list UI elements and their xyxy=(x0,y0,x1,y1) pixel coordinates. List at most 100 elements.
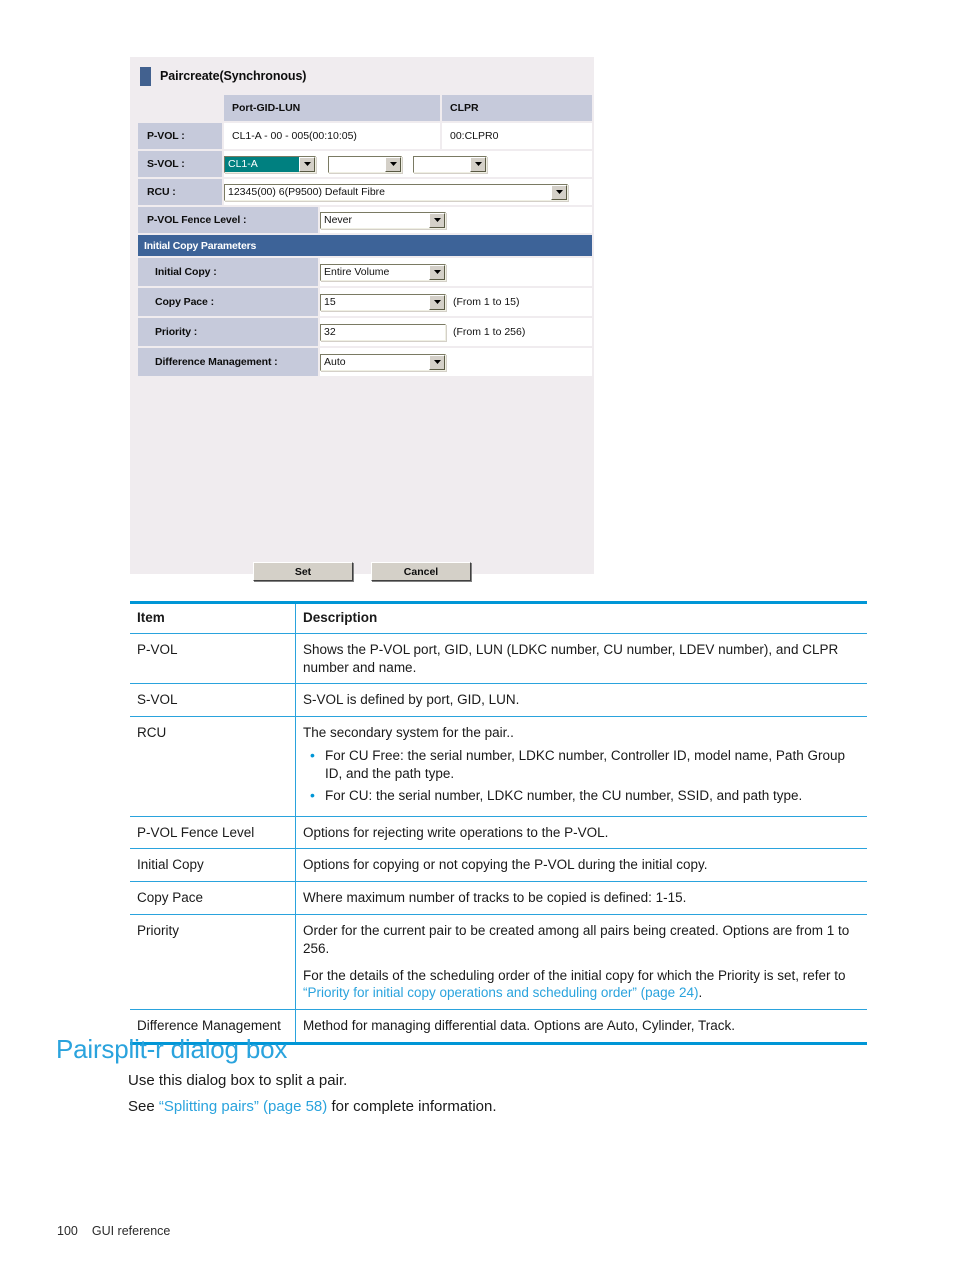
header-port-gid-lun: Port-GID-LUN xyxy=(224,95,440,121)
label-svol: S-VOL : xyxy=(138,151,222,177)
row-item-pvol: P-VOL xyxy=(130,632,296,685)
row-item-initial-copy: Initial Copy xyxy=(130,848,296,883)
dialog-title: Paircreate(Synchronous) xyxy=(160,69,307,83)
row-rcu: RCU : 12345(00) 6(P9500) Default Fibre xyxy=(138,179,592,205)
cancel-button[interactable]: Cancel xyxy=(371,562,471,581)
row-initial-copy-parameters-banner: Initial Copy Parameters xyxy=(138,235,592,256)
copy-pace-control-cell: 15 (From 1 to 15) xyxy=(320,288,592,316)
gui-reference-table: Item Description P-VOL Shows the P-VOL p… xyxy=(130,601,867,1045)
pvol-fence-level-value: Never xyxy=(321,212,429,228)
row-pvol: P-VOL : CL1-A - 00 - 005(00:10:05) 00:CL… xyxy=(138,123,592,149)
rcu-bullet-list: For CU Free: the serial number, LDKC num… xyxy=(303,746,859,805)
initial-copy-value: Entire Volume xyxy=(321,264,429,280)
row-description-svol: S-VOL is defined by port, GID, LUN. xyxy=(295,683,867,718)
row-item-rcu: RCU xyxy=(130,716,296,817)
list-item: For CU: the serial number, LDKC number, … xyxy=(310,786,859,805)
rcu-intro-text: The secondary system for the pair.. xyxy=(303,725,514,741)
row-item-svol: S-VOL xyxy=(130,683,296,718)
table-row: P-VOL Shows the P-VOL port, GID, LUN (LD… xyxy=(130,632,867,685)
row-copy-pace: Copy Pace : 15 (From 1 to 15) xyxy=(138,288,592,316)
priority-xref-pre: For the details of the scheduling order … xyxy=(303,967,846,983)
difference-management-value: Auto xyxy=(321,354,429,370)
copy-pace-range-hint: (From 1 to 15) xyxy=(453,296,520,308)
row-svol: S-VOL : CL1-A xyxy=(138,151,592,177)
chevron-down-icon[interactable] xyxy=(385,156,401,172)
chevron-down-icon[interactable] xyxy=(551,184,567,200)
priority-cross-reference-link[interactable]: “Priority for initial copy operations an… xyxy=(303,985,698,1000)
copy-pace-value: 15 xyxy=(321,294,429,310)
row-pvol-fence-level: P-VOL Fence Level : Never xyxy=(138,207,592,233)
table-row: Priority Order for the current pair to b… xyxy=(130,913,867,1011)
initial-copy-dropdown[interactable]: Entire Volume xyxy=(320,263,446,281)
table-row: P-VOL Fence Level Options for rejecting … xyxy=(130,815,867,850)
svol-port-dropdown[interactable]: CL1-A xyxy=(224,155,316,173)
label-difference-management: Difference Management : xyxy=(138,348,318,376)
dialog-titlebar: Paircreate(Synchronous) xyxy=(130,57,594,95)
section-paragraph-1: Use this dialog box to split a pair. xyxy=(128,1072,348,1089)
page-footer: 100 GUI reference xyxy=(57,1224,170,1238)
label-priority: Priority : xyxy=(138,318,318,346)
dialog-button-row: Set Cancel xyxy=(130,562,594,581)
row-description-pvol: Shows the P-VOL port, GID, LUN (LDKC num… xyxy=(295,632,867,685)
row-description-rcu: The secondary system for the pair.. For … xyxy=(295,716,867,817)
value-pvol-clpr: 00:CLPR0 xyxy=(442,123,592,149)
list-item: For CU Free: the serial number, LDKC num… xyxy=(310,746,859,783)
table-row: Copy Pace Where maximum number of tracks… xyxy=(130,881,867,915)
footer-page-number: 100 xyxy=(57,1224,78,1238)
label-initial-copy: Initial Copy : xyxy=(138,258,318,286)
initial-copy-parameters-banner: Initial Copy Parameters xyxy=(138,235,592,256)
dialog-title-square-icon xyxy=(140,66,151,86)
priority-paragraph-1: Order for the current pair to be created… xyxy=(303,922,850,956)
paircreate-dialog-figure: Paircreate(Synchronous) Port-GID-LUN CLP… xyxy=(130,57,594,581)
chevron-down-icon[interactable] xyxy=(429,264,445,280)
svol-gid-value xyxy=(329,156,385,172)
row-difference-management: Difference Management : Auto xyxy=(138,348,592,376)
page-title: Pairsplit-r dialog box xyxy=(56,1034,288,1064)
rcu-value: 12345(00) 6(P9500) Default Fibre xyxy=(225,184,551,200)
label-rcu: RCU : xyxy=(138,179,222,205)
rcu-control-cell: 12345(00) 6(P9500) Default Fibre xyxy=(224,179,592,205)
paragraph-2-pre: See xyxy=(128,1098,159,1115)
table-header-row: Item Description xyxy=(130,602,867,634)
priority-range-hint: (From 1 to 256) xyxy=(453,326,526,338)
row-description-initial-copy: Options for copying or not copying the P… xyxy=(295,848,867,883)
chevron-down-icon[interactable] xyxy=(429,212,445,228)
column-header-item: Item xyxy=(130,602,296,634)
chevron-down-icon[interactable] xyxy=(470,156,486,172)
chevron-down-icon[interactable] xyxy=(429,294,445,310)
initial-copy-control-cell: Entire Volume xyxy=(320,258,592,286)
row-initial-copy: Initial Copy : Entire Volume xyxy=(138,258,592,286)
column-header-description: Description xyxy=(295,602,867,634)
row-item-priority: Priority xyxy=(130,913,296,1011)
rcu-dropdown[interactable]: 12345(00) 6(P9500) Default Fibre xyxy=(224,183,568,201)
priority-control-cell: 32 (From 1 to 256) xyxy=(320,318,592,346)
label-copy-pace: Copy Pace : xyxy=(138,288,318,316)
row-priority: Priority : 32 (From 1 to 256) xyxy=(138,318,592,346)
priority-input[interactable]: 32 xyxy=(320,323,446,341)
header-blank-cell xyxy=(138,95,222,121)
dialog-form-grid: Port-GID-LUN CLPR P-VOL : CL1-A - 00 - 0… xyxy=(138,95,592,378)
row-description-priority: Order for the current pair to be created… xyxy=(295,913,867,1011)
header-clpr: CLPR xyxy=(442,95,592,121)
row-description-copy-pace: Where maximum number of tracks to be cop… xyxy=(295,881,867,915)
svol-lun-dropdown[interactable] xyxy=(413,155,487,173)
splitting-pairs-link[interactable]: “Splitting pairs” (page 58) xyxy=(159,1098,327,1115)
row-item-pvol-fence-level: P-VOL Fence Level xyxy=(130,815,296,850)
svol-gid-dropdown[interactable] xyxy=(328,155,402,173)
label-pvol-fence-level: P-VOL Fence Level : xyxy=(138,207,318,233)
pvol-fence-level-dropdown[interactable]: Never xyxy=(320,211,446,229)
label-pvol: P-VOL : xyxy=(138,123,222,149)
svol-controls-cell: CL1-A xyxy=(224,151,592,177)
chevron-down-icon[interactable] xyxy=(299,156,315,172)
copy-pace-dropdown[interactable]: 15 xyxy=(320,293,446,311)
set-button[interactable]: Set xyxy=(253,562,353,581)
table-row: S-VOL S-VOL is defined by port, GID, LUN… xyxy=(130,683,867,718)
section-paragraph-2: See “Splitting pairs” (page 58) for comp… xyxy=(128,1098,497,1115)
difference-management-control-cell: Auto xyxy=(320,348,592,376)
paragraph-2-post: for complete information. xyxy=(327,1098,497,1115)
chevron-down-icon[interactable] xyxy=(429,354,445,370)
row-item-copy-pace: Copy Pace xyxy=(130,881,296,915)
difference-management-dropdown[interactable]: Auto xyxy=(320,353,446,371)
table-row: Initial Copy Options for copying or not … xyxy=(130,848,867,883)
svol-lun-value xyxy=(414,156,470,172)
